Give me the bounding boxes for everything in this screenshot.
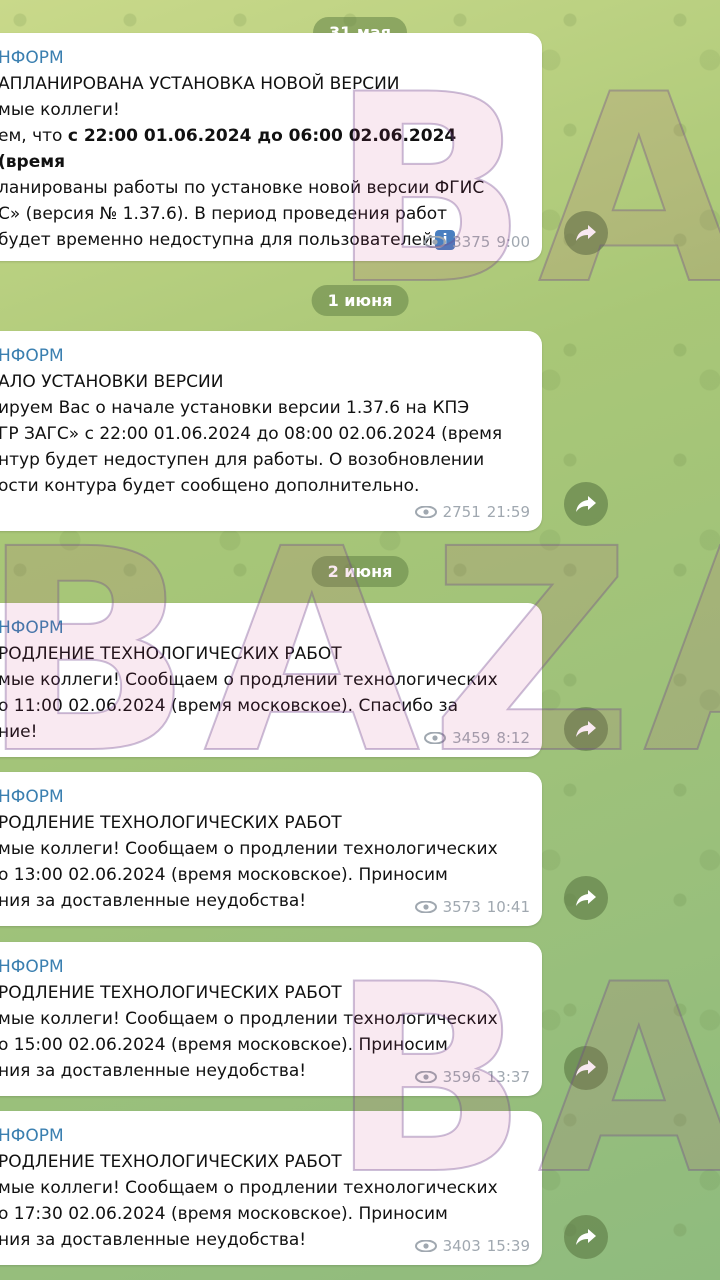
message-sender[interactable]: НФОРМ [0, 954, 528, 980]
message-title: РОДЛЕНИЕ ТЕХНОЛОГИЧЕСКИХ РАБОТ [0, 813, 342, 833]
message-meta: 3375 9:00 [424, 229, 530, 255]
share-button[interactable] [564, 211, 608, 255]
view-count: 2751 [442, 503, 481, 521]
message-time: 9:00 [496, 233, 530, 251]
message-text-line: о 17:30 02.06.2024 (время московское). П… [0, 1204, 448, 1224]
share-icon [575, 1058, 597, 1078]
date-separator: 1 июня [311, 285, 409, 316]
share-button[interactable] [564, 482, 608, 526]
channel-message[interactable]: НФОРМ РОДЛЕНИЕ ТЕХНОЛОГИЧЕСКИХ РАБОТ мые… [0, 603, 542, 757]
message-sender[interactable]: НФОРМ [0, 45, 528, 71]
message-text-line: о 11:00 02.06.2024 (время московское). С… [0, 696, 459, 716]
share-button[interactable] [564, 1046, 608, 1090]
message-text-line: мые коллеги! Сообщаем о продлении технол… [0, 1009, 498, 1029]
message-sender[interactable]: НФОРМ [0, 1123, 528, 1149]
message-title: РОДЛЕНИЕ ТЕХНОЛОГИЧЕСКИХ РАБОТ [0, 644, 342, 664]
date-separator: 2 июня [311, 556, 409, 587]
message-time: 8:12 [496, 729, 530, 747]
message-sender[interactable]: НФОРМ [0, 784, 528, 810]
message-time: 13:37 [486, 1068, 530, 1086]
message-text-line: ланированы работы по установке новой вер… [0, 178, 485, 198]
message-text-line: о 13:00 02.06.2024 (время московское). П… [0, 865, 448, 885]
message-text-line: ируем Вас о начале установки версии 1.37… [0, 398, 470, 418]
message-title: АЛО УСТАНОВКИ ВЕРСИИ [0, 372, 224, 392]
message-meta: 3459 8:12 [424, 725, 530, 751]
message-meta: 3596 13:37 [414, 1064, 530, 1090]
eye-icon [414, 901, 437, 913]
eye-icon [414, 1071, 437, 1083]
message-sender[interactable]: НФОРМ [0, 615, 528, 641]
message-text-line: нтур будет недоступен для работы. О возо… [0, 450, 485, 470]
message-meta: 3403 15:39 [414, 1233, 530, 1259]
message-time: 15:39 [486, 1237, 530, 1255]
eye-icon [414, 506, 437, 518]
message-time: 10:41 [486, 898, 530, 916]
share-icon [575, 223, 597, 243]
message-sender[interactable]: НФОРМ [0, 343, 528, 369]
message-text-line: ем, что с 22:00 01.06.2024 до 06:00 02.0… [0, 126, 457, 172]
message-text-line: о 15:00 02.06.2024 (время московское). П… [0, 1035, 448, 1055]
message-text-line: мые коллеги! Сообщаем о продлении технол… [0, 670, 498, 690]
message-title: РОДЛЕНИЕ ТЕХНОЛОГИЧЕСКИХ РАБОТ [0, 983, 342, 1003]
share-button[interactable] [564, 876, 608, 920]
message-text-line: мые коллеги! [0, 100, 120, 120]
share-icon [575, 888, 597, 908]
view-count: 3596 [442, 1068, 481, 1086]
channel-message[interactable]: НФОРМ РОДЛЕНИЕ ТЕХНОЛОГИЧЕСКИХ РАБОТ мые… [0, 942, 542, 1096]
message-text-line: мые коллеги! Сообщаем о продлении технол… [0, 1178, 498, 1198]
view-count: 3403 [442, 1237, 481, 1255]
share-button[interactable] [564, 1215, 608, 1259]
view-count: 3459 [452, 729, 491, 747]
eye-icon [414, 1240, 437, 1252]
message-title: РОДЛЕНИЕ ТЕХНОЛОГИЧЕСКИХ РАБОТ [0, 1152, 342, 1172]
channel-message[interactable]: НФОРМ РОДЛЕНИЕ ТЕХНОЛОГИЧЕСКИХ РАБОТ мые… [0, 1111, 542, 1265]
view-count: 3375 [452, 233, 491, 251]
share-button[interactable] [564, 707, 608, 751]
channel-message[interactable]: НФОРМ АЛО УСТАНОВКИ ВЕРСИИ ируем Вас о н… [0, 331, 542, 531]
message-meta: 2751 21:59 [414, 499, 530, 525]
message-text-line: мые коллеги! Сообщаем о продлении технол… [0, 839, 498, 859]
message-text-line: С» (версия № 1.37.6). В период проведени… [0, 204, 448, 224]
channel-message[interactable]: НФОРМ АПЛАНИРОВАНА УСТАНОВКА НОВОЙ ВЕРСИ… [0, 33, 542, 261]
channel-message[interactable]: НФОРМ РОДЛЕНИЕ ТЕХНОЛОГИЧЕСКИХ РАБОТ мые… [0, 772, 542, 926]
message-time: 21:59 [486, 503, 530, 521]
view-count: 3573 [442, 898, 481, 916]
message-text-line: ости контура будет сообщено дополнительн… [0, 476, 420, 496]
message-meta: 3573 10:41 [414, 894, 530, 920]
message-title: АПЛАНИРОВАНА УСТАНОВКА НОВОЙ ВЕРСИИ [0, 74, 400, 94]
eye-icon [424, 236, 447, 248]
share-icon [575, 1227, 597, 1247]
eye-icon [424, 732, 447, 744]
message-text-line: ГР ЗАГС» с 22:00 01.06.2024 до 08:00 02.… [0, 424, 503, 444]
share-icon [575, 719, 597, 739]
share-icon [575, 494, 597, 514]
